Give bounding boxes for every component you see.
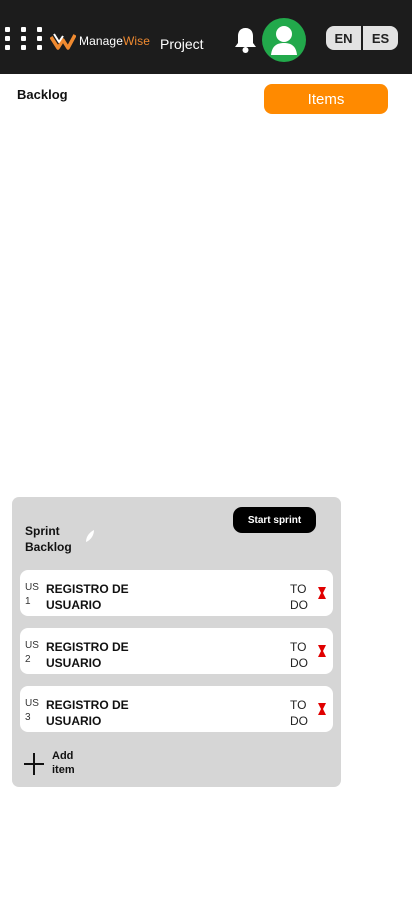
story-id: US 3: [25, 698, 39, 723]
bell-icon[interactable]: [233, 26, 258, 54]
story-status: TO DO: [290, 698, 308, 728]
delete-icon[interactable]: [317, 645, 327, 657]
plus-icon: [24, 753, 44, 775]
story-status: TO DO: [290, 582, 308, 612]
language-en-button[interactable]: EN: [326, 26, 361, 50]
items-button[interactable]: Items: [264, 84, 388, 114]
story-status: TO DO: [290, 640, 308, 670]
grid-menu-icon[interactable]: [5, 27, 43, 51]
story-name: REGISTRO DE USUARIO: [46, 640, 129, 670]
story-name: REGISTRO DE USUARIO: [46, 582, 129, 612]
delete-icon[interactable]: [317, 703, 327, 715]
add-item-label: Add item: [52, 750, 75, 776]
story-id: US 2: [25, 640, 39, 665]
delete-icon[interactable]: [317, 587, 327, 599]
story-id: US 1: [25, 582, 39, 607]
sprint-backlog-panel: Sprint Backlog Start sprint US 1 REGISTR…: [12, 497, 341, 787]
start-sprint-button[interactable]: Start sprint: [233, 507, 316, 533]
story-card[interactable]: US 2 REGISTRO DE USUARIO TO DO: [20, 628, 333, 674]
top-bar: ManageWise Project EN ES: [0, 0, 412, 74]
page-title: Backlog: [17, 87, 68, 102]
logo-text: ManageWise: [79, 34, 151, 48]
project-label: Project: [160, 36, 204, 52]
add-item-button[interactable]: Add item: [24, 749, 92, 781]
sprint-backlog-title: Sprint Backlog: [25, 524, 72, 554]
user-avatar-icon[interactable]: [262, 18, 306, 62]
story-card[interactable]: US 3 REGISTRO DE USUARIO TO DO: [20, 686, 333, 732]
language-es-button[interactable]: ES: [363, 26, 398, 50]
story-card[interactable]: US 1 REGISTRO DE USUARIO TO DO: [20, 570, 333, 616]
app-logo[interactable]: ManageWise: [50, 28, 150, 54]
story-name: REGISTRO DE USUARIO: [46, 698, 129, 728]
logo-icon: [50, 33, 76, 50]
edit-leaf-icon[interactable]: [84, 529, 96, 543]
